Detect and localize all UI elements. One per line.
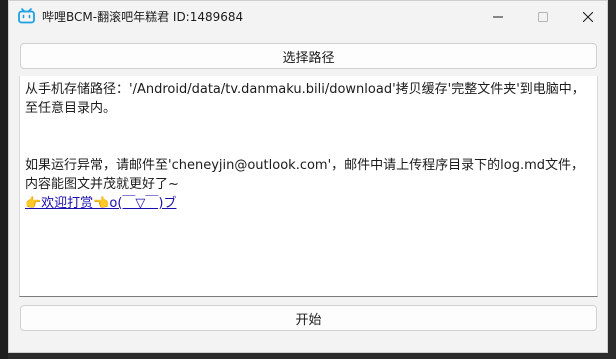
donate-link[interactable]: 👉欢迎打赏👈o(￣▽￣)ブ <box>25 196 176 211</box>
background-window-edge <box>0 0 8 359</box>
close-button[interactable] <box>565 1 611 32</box>
window-title: 哔哩BCM-翻滚吧年糕君 ID:1489684 <box>42 10 244 24</box>
title-bar[interactable]: 哔哩BCM-翻滚吧年糕君 ID:1489684 <box>9 1 607 32</box>
app-window: 哔哩BCM-翻滚吧年糕君 ID:1489684 选择路径 从手机存储路径：'/A… <box>8 0 608 353</box>
minimize-icon <box>493 16 503 17</box>
error-help-text: 如果运行异常，请邮件至'cheneyjin@outlook.com'，邮件中请上… <box>25 158 585 192</box>
info-text-area: 从手机存储路径：'/Android/data/tv.danmaku.bili/d… <box>19 76 598 297</box>
minimize-button[interactable] <box>475 1 521 32</box>
start-button[interactable]: 开始 <box>20 305 597 331</box>
instruction-text: 从手机存储路径：'/Android/data/tv.danmaku.bili/d… <box>25 82 585 116</box>
maximize-icon <box>538 11 548 22</box>
maximize-button[interactable] <box>520 1 566 32</box>
close-icon <box>583 11 593 22</box>
bilibili-tv-icon <box>18 8 35 24</box>
select-path-button[interactable]: 选择路径 <box>20 43 597 69</box>
